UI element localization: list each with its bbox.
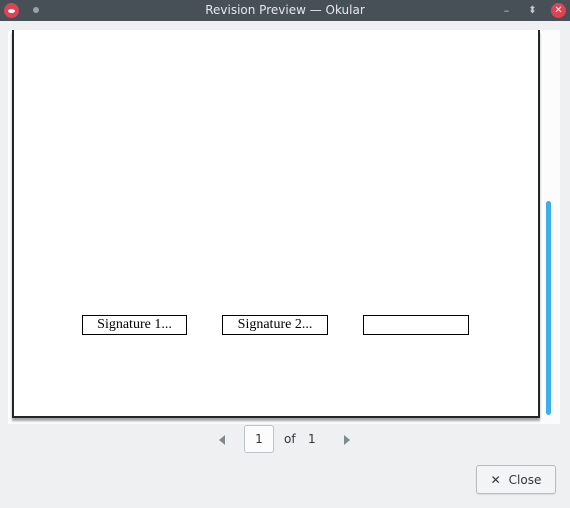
signature-field-2[interactable]: Signature 2... (222, 315, 328, 335)
next-page-icon[interactable] (344, 435, 350, 445)
maximize-icon: ⬍ (528, 5, 537, 16)
close-button-label: Close (508, 472, 542, 487)
window-close-button[interactable]: ✕ (551, 3, 566, 18)
document-page: Signature 1... Signature 2... (12, 30, 540, 418)
signature-field-1[interactable]: Signature 1... (82, 315, 187, 335)
scrollbar-handle[interactable] (546, 201, 551, 415)
close-x-icon: ✕ (490, 472, 501, 487)
previous-page-icon[interactable] (219, 435, 225, 445)
signature-field-label: Signature 1... (97, 317, 172, 332)
window-title: Revision Preview — Okular (205, 3, 365, 17)
page-number-input[interactable] (244, 425, 274, 453)
signature-field-label: Signature 2... (237, 317, 313, 332)
of-label: of (284, 432, 296, 446)
title-bar: Revision Preview — Okular – ⬍ ✕ (0, 0, 570, 21)
close-icon: ✕ (554, 5, 563, 16)
total-pages: 1 (308, 432, 316, 446)
close-button[interactable]: ✕ Close (476, 465, 556, 494)
minimize-icon: – (503, 4, 510, 17)
document-viewport[interactable]: Signature 1... Signature 2... (8, 30, 560, 424)
maximize-button[interactable]: ⬍ (524, 2, 541, 19)
page-navigator: of 1 (0, 425, 570, 455)
signature-field-3[interactable] (363, 315, 469, 335)
minimize-button[interactable]: – (498, 2, 515, 19)
